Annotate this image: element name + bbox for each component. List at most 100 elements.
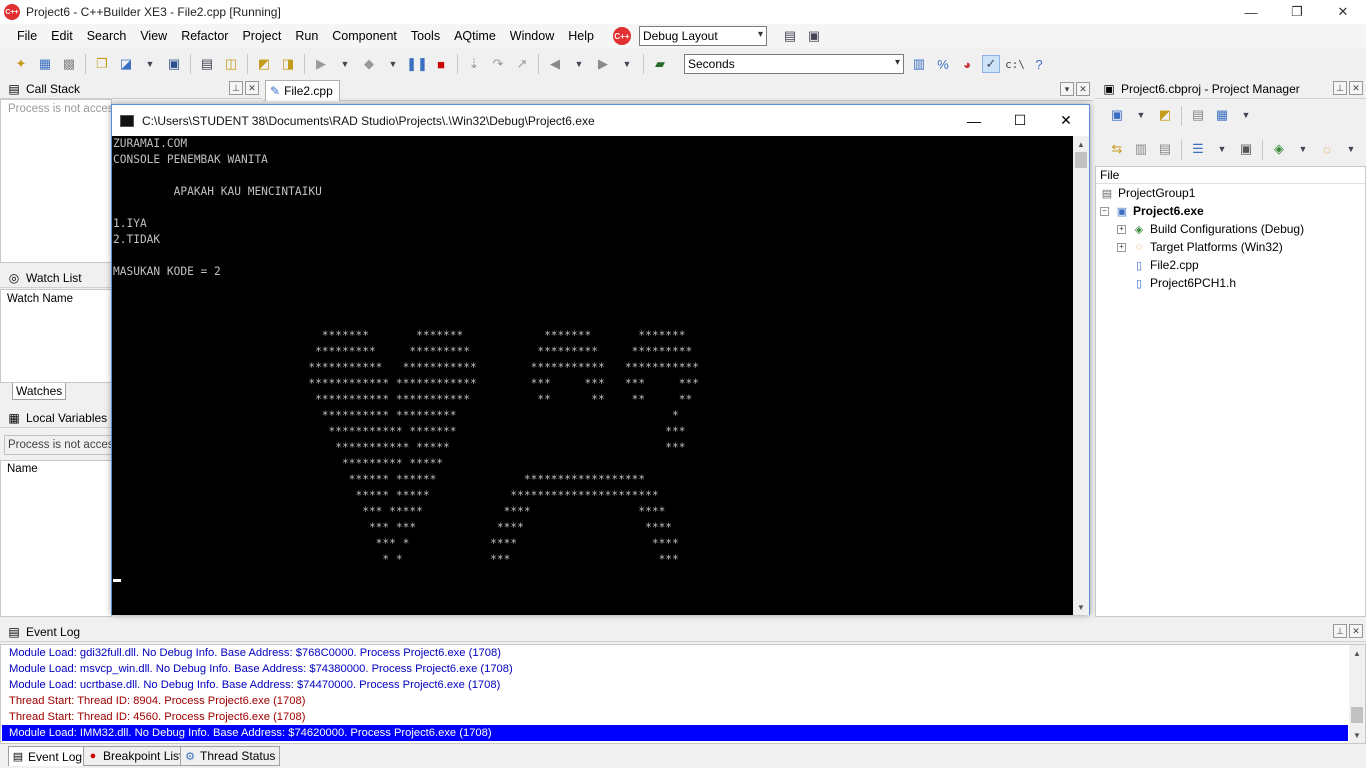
console-output[interactable]: ZURAMAI.COM CONSOLE PENEMBAK WANITA APAKA…	[112, 136, 1074, 615]
menu-refactor[interactable]: Refactor	[174, 24, 235, 48]
menu-search[interactable]: Search	[80, 24, 134, 48]
remove-icon[interactable]: ▤	[1189, 106, 1207, 124]
set-debug-desktop-icon[interactable]: ▣	[805, 27, 823, 45]
chevron-down-icon[interactable]: ▼	[618, 55, 636, 73]
percent-icon[interactable]: %	[934, 55, 952, 73]
run-until-return-icon[interactable]: ↗	[513, 55, 531, 73]
menu-window[interactable]: Window	[503, 24, 561, 48]
tab-event-log[interactable]: ▤ Event Log	[8, 746, 88, 766]
call-stack-body[interactable]: Process is not accessible	[0, 99, 112, 263]
menu-file[interactable]: File	[10, 24, 44, 48]
open-project-icon[interactable]: ◫	[222, 55, 240, 73]
minimize-button[interactable]: —	[1228, 0, 1274, 24]
scroll-thumb[interactable]	[1075, 152, 1087, 168]
log-line[interactable]: Module Load: msvcp_win.dll. No Debug Inf…	[9, 661, 513, 677]
seconds-combo[interactable]: Seconds ▾	[684, 54, 904, 74]
remove-from-project-icon[interactable]: ◨	[279, 55, 297, 73]
pin-icon[interactable]: ⊥	[1333, 81, 1347, 95]
chevron-down-icon[interactable]: ▼	[1237, 106, 1255, 124]
tree-item-file2-cpp[interactable]: ▯ File2.cpp	[1132, 256, 1199, 274]
target-platform-icon[interactable]: ◌	[1318, 140, 1336, 158]
watch-list-body[interactable]: Watch Name	[0, 289, 112, 383]
open-icon[interactable]: ❐	[93, 55, 111, 73]
tree-item-projectgroup[interactable]: ▤ ProjectGroup1	[1100, 184, 1196, 202]
tree-item-target-platforms[interactable]: + ◌ Target Platforms (Win32)	[1117, 238, 1283, 256]
log-line[interactable]: Module Load: ucrtbase.dll. No Debug Info…	[9, 677, 500, 693]
restore-button[interactable]: ❐	[1274, 0, 1320, 24]
stop-icon[interactable]: ■	[432, 55, 450, 73]
trace-into-icon[interactable]: ⇣	[465, 55, 483, 73]
console-window[interactable]: C:\Users\STUDENT 38\Documents\RAD Studio…	[111, 104, 1090, 615]
save-icon[interactable]: ▣	[165, 55, 183, 73]
expand-icon[interactable]: +	[1117, 224, 1126, 234]
pin-icon[interactable]: ⊥	[1333, 624, 1347, 638]
menu-edit[interactable]: Edit	[44, 24, 80, 48]
tree-item-build-configurations[interactable]: + ◈ Build Configurations (Debug)	[1117, 220, 1304, 238]
expand-icon[interactable]: ▥	[1132, 140, 1150, 158]
tab-thread-status[interactable]: ⚙ Thread Status	[180, 746, 281, 766]
chevron-down-icon[interactable]: ▼	[1132, 106, 1150, 124]
close-button[interactable]: ✕	[1320, 0, 1366, 24]
log-line-selected[interactable]: Module Load: IMM32.dll. No Debug Info. B…	[9, 725, 492, 741]
project-tree[interactable]: File ▤ ProjectGroup1 − ▣ Project6.exe + …	[1095, 166, 1366, 617]
help-icon[interactable]: ?	[1030, 55, 1048, 73]
add-icon[interactable]: ◩	[1156, 106, 1174, 124]
chevron-down-icon[interactable]: ▼	[336, 55, 354, 73]
run-without-debug-icon[interactable]: ◆	[360, 55, 378, 73]
run-icon[interactable]: ▶	[312, 55, 330, 73]
menu-project[interactable]: Project	[235, 24, 288, 48]
watches-tab[interactable]: Watches	[12, 383, 67, 400]
log-line[interactable]: Thread Start: Thread ID: 4560. Process P…	[9, 709, 305, 725]
layout-combo[interactable]: Debug Layout ▾	[638, 26, 767, 46]
forward-arrow-icon[interactable]: ▶	[594, 55, 612, 73]
close-icon[interactable]: ✕	[1076, 82, 1090, 96]
build-config-icon[interactable]: ◈	[1270, 140, 1288, 158]
menu-view[interactable]: View	[133, 24, 174, 48]
file-column-header[interactable]: File	[1096, 167, 1365, 184]
menu-help[interactable]: Help	[561, 24, 601, 48]
collapse-icon[interactable]: −	[1100, 206, 1109, 216]
menu-aqtime[interactable]: AQtime	[447, 24, 503, 48]
scroll-up-icon[interactable]: ▲	[1073, 136, 1089, 152]
scroll-down-icon[interactable]: ▼	[1073, 599, 1089, 615]
log-line[interactable]: Module Load: gdi32full.dll. No Debug Inf…	[9, 645, 501, 661]
menu-tools[interactable]: Tools	[404, 24, 447, 48]
menu-component[interactable]: Component	[325, 24, 404, 48]
book-icon[interactable]: ▰	[651, 55, 669, 73]
tab-breakpoint-list[interactable]: ● Breakpoint List	[83, 746, 188, 766]
chevron-down-icon[interactable]: ▼	[570, 55, 588, 73]
name-column[interactable]: Name	[7, 463, 38, 475]
close-icon[interactable]: ✕	[245, 81, 259, 95]
expand-icon[interactable]: +	[1117, 242, 1126, 252]
pause-icon[interactable]: ❚❚	[406, 55, 428, 73]
pie-chart-icon[interactable]: ◕	[958, 55, 976, 73]
chevron-down-icon[interactable]: ▼	[1213, 140, 1231, 158]
step-over-icon[interactable]: ↷	[489, 55, 507, 73]
build-icon[interactable]: ▣	[1237, 140, 1255, 158]
scroll-up-icon[interactable]: ▲	[1349, 645, 1365, 661]
watch-name-column[interactable]: Watch Name	[7, 293, 73, 305]
close-icon[interactable]: ✕	[1349, 81, 1363, 95]
chevron-down-icon[interactable]: ▼	[384, 55, 402, 73]
close-all-icon[interactable]: ▩	[60, 55, 78, 73]
report-icon[interactable]: ▥	[910, 55, 928, 73]
tree-item-pch-header[interactable]: ▯ Project6PCH1.h	[1132, 274, 1236, 292]
back-arrow-icon[interactable]: ◀	[546, 55, 564, 73]
collapse-icon[interactable]: ▤	[1156, 140, 1174, 158]
reopen-icon[interactable]: ◪	[117, 55, 135, 73]
list-icon[interactable]: ☰	[1189, 140, 1207, 158]
console-maximize-button[interactable]: ☐	[997, 105, 1043, 136]
log-line[interactable]: Thread Start: Thread ID: 8904. Process P…	[9, 693, 305, 709]
console-close-button[interactable]: ✕	[1043, 105, 1089, 136]
tree-item-project[interactable]: − ▣ Project6.exe	[1100, 202, 1204, 220]
activate-icon[interactable]: ▣	[1108, 106, 1126, 124]
chevron-down-icon[interactable]: ▾	[1060, 82, 1074, 96]
chevron-down-icon[interactable]: ▼	[1342, 140, 1360, 158]
profiler-icon[interactable]: ✓	[982, 55, 1000, 73]
scroll-down-icon[interactable]: ▼	[1349, 727, 1365, 743]
save-desktop-icon[interactable]: ▤	[781, 27, 799, 45]
add-to-project-icon[interactable]: ◩	[255, 55, 273, 73]
chevron-down-icon[interactable]: ▼	[1294, 140, 1312, 158]
pin-icon[interactable]: ⊥	[229, 81, 243, 95]
options-icon[interactable]: ▦	[1213, 106, 1231, 124]
